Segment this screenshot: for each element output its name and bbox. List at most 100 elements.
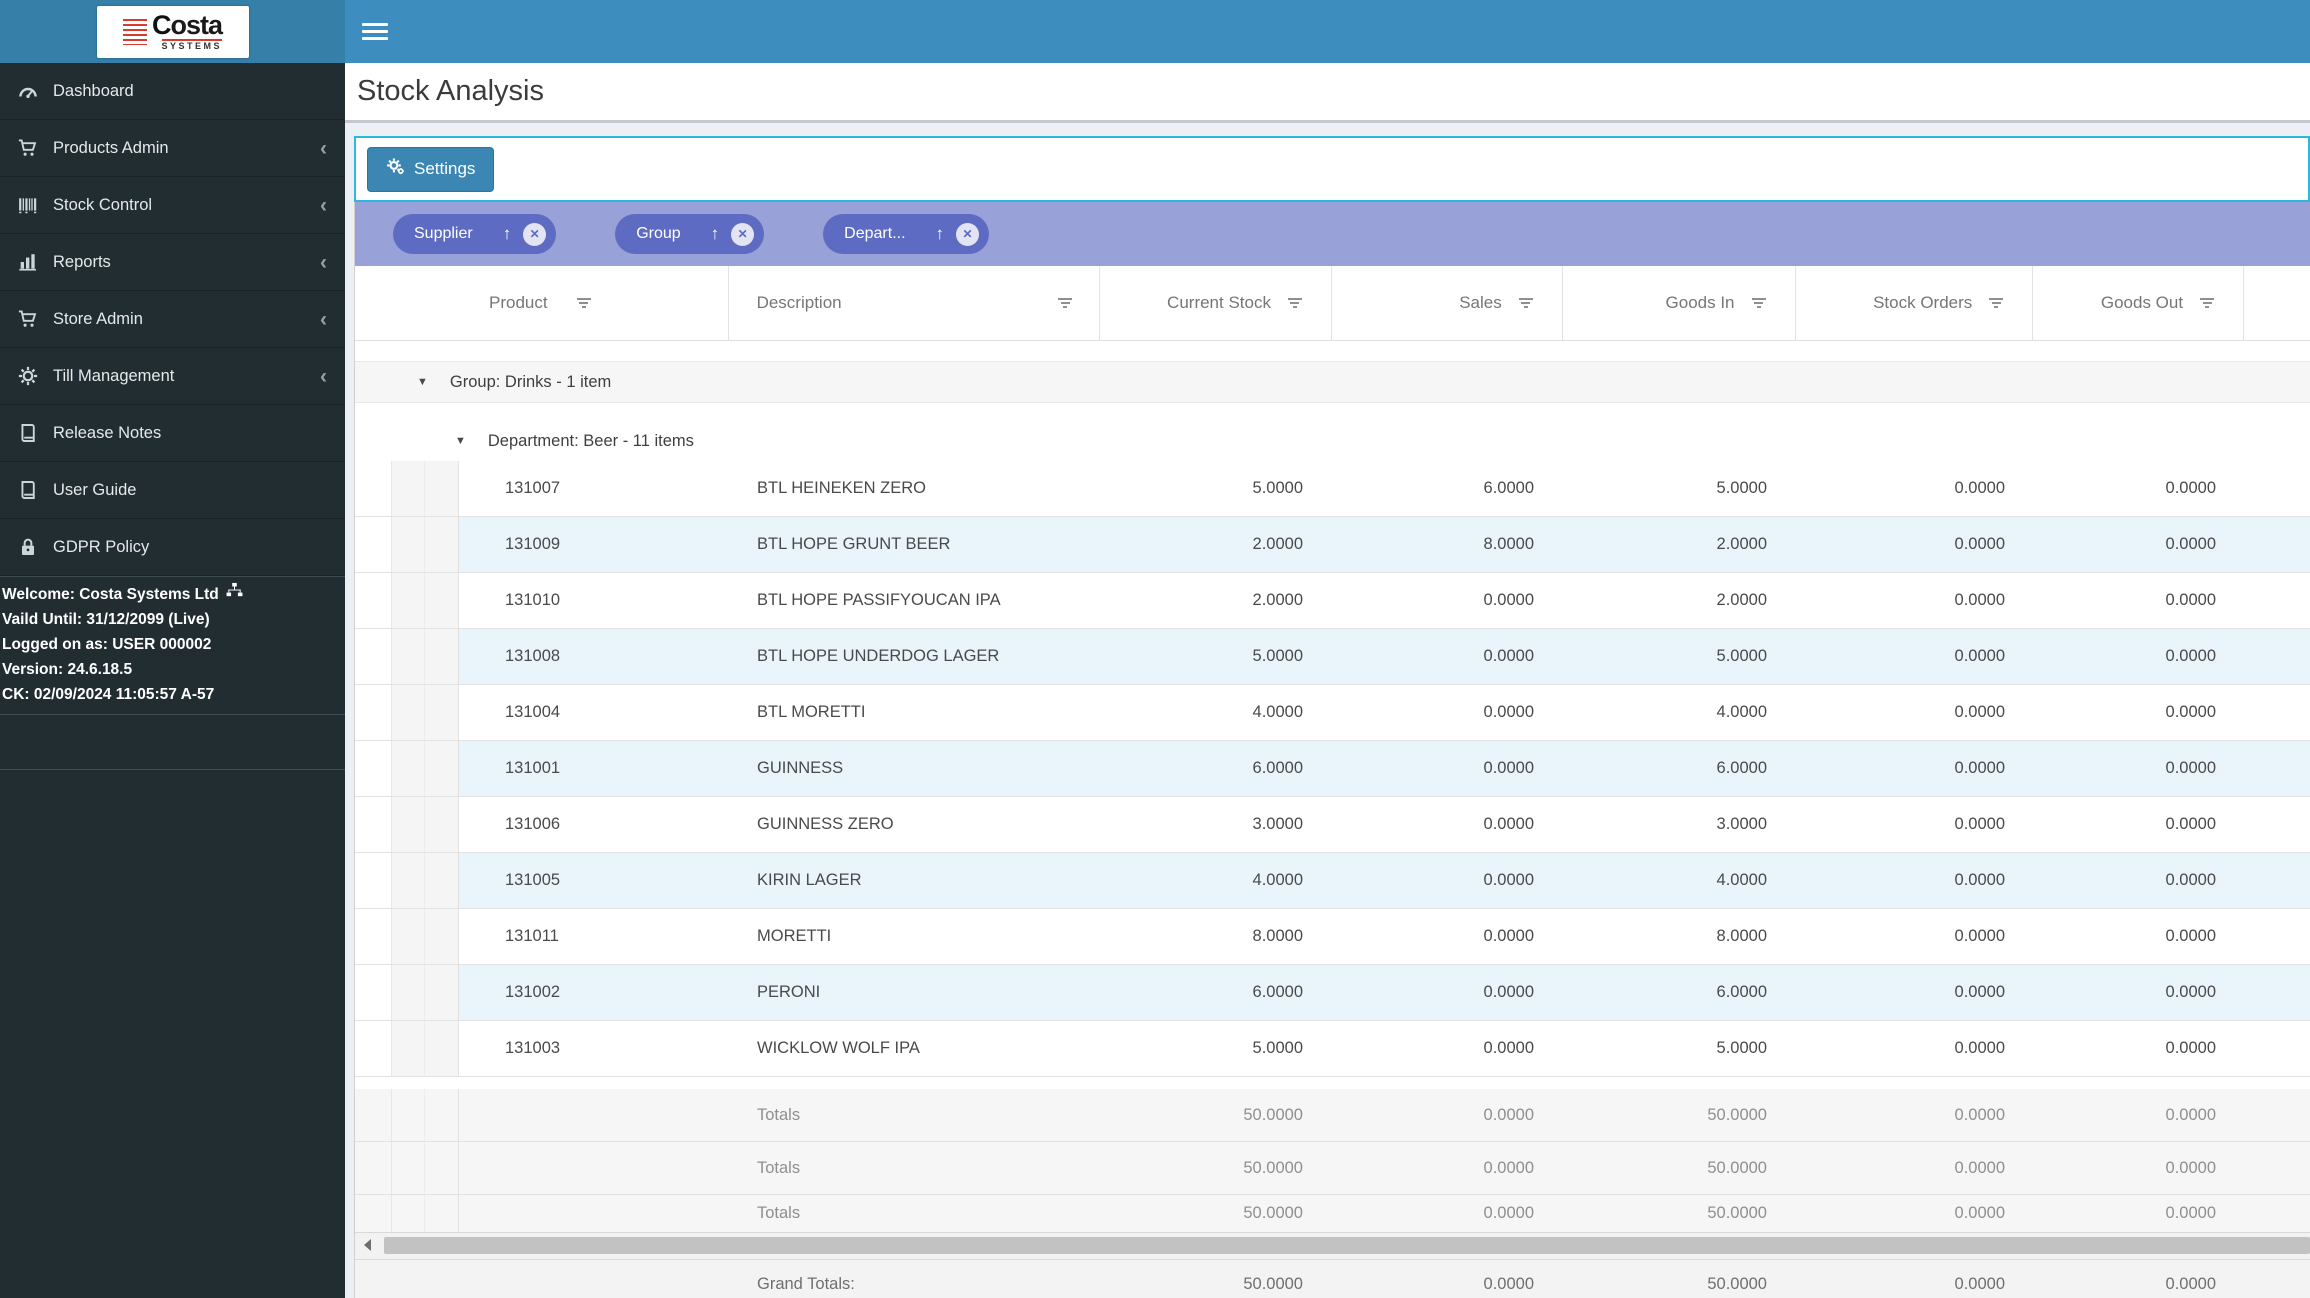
department-indent-cell (425, 1021, 459, 1076)
department-indent-cell (425, 741, 459, 796)
product-row-131006[interactable]: 131006GUINNESS ZERO3.00000.00003.00000.0… (355, 797, 2310, 853)
filter-icon[interactable] (1749, 295, 1769, 311)
sales-cell: 6.0000 (1333, 461, 1564, 516)
logo-sub-text: SYSTEMS (162, 39, 223, 51)
totals-goods-out-cell: 0.0000 (2035, 1089, 2246, 1141)
welcome-info-block: Welcome: Costa Systems LtdVaild Until: 3… (0, 576, 345, 715)
sidebar-item-release-notes[interactable]: Release Notes (0, 405, 345, 462)
description-cell: PERONI (729, 965, 1101, 1020)
sort-ascending-icon[interactable]: ↑ (711, 224, 720, 244)
remove-grouping-icon[interactable]: ✕ (956, 223, 979, 246)
product-code-cell: 131010 (459, 573, 729, 628)
welcome-line-text: Vaild Until: 31/12/2099 (Live) (2, 607, 210, 632)
product-row-131010[interactable]: 131010BTL HOPE PASSIFYOUCAN IPA2.00000.0… (355, 573, 2310, 629)
goods-in-cell: 6.0000 (1564, 965, 1797, 1020)
totals-row: Totals50.00000.000050.00000.00000.0000 (355, 1142, 2310, 1195)
product-row-131011[interactable]: 131011MORETTI8.00000.00008.00000.00000.0… (355, 909, 2310, 965)
product-row-131007[interactable]: 131007BTL HEINEKEN ZERO5.00006.00005.000… (355, 461, 2310, 517)
column-header-product[interactable]: Product (355, 266, 729, 340)
column-header-goods-out[interactable]: Goods Out (2033, 266, 2244, 340)
sidebar-item-gdpr-policy[interactable]: GDPR Policy (0, 519, 345, 576)
goods-in-cell: 4.0000 (1564, 685, 1797, 740)
groupby-chip-depart[interactable]: Depart...↑✕ (823, 214, 989, 254)
row-expand-gutter (355, 517, 392, 572)
sidebar-item-products-admin[interactable]: Products Admin‹ (0, 120, 345, 177)
column-header-current-stock[interactable]: Current Stock (1100, 266, 1332, 340)
collapse-group-icon[interactable]: ▼ (417, 376, 428, 388)
remove-grouping-icon[interactable]: ✕ (523, 223, 546, 246)
description-cell: BTL HOPE GRUNT BEER (729, 517, 1101, 572)
sidebar-item-till-management[interactable]: Till Management‹ (0, 348, 345, 405)
group-indent-cell (392, 965, 425, 1020)
sort-ascending-icon[interactable]: ↑ (503, 224, 512, 244)
group-indent-cell (392, 1089, 425, 1141)
goods-out-cell: 0.0000 (2035, 573, 2246, 628)
welcome-line: Welcome: Costa Systems Ltd (2, 582, 341, 607)
description-cell: GUINNESS ZERO (729, 797, 1101, 852)
product-row-131004[interactable]: 131004BTL MORETTI4.00000.00004.00000.000… (355, 685, 2310, 741)
sidebar-item-reports[interactable]: Reports‹ (0, 234, 345, 291)
row-expand-gutter (355, 741, 392, 796)
sidebar-item-user-guide[interactable]: User Guide (0, 462, 345, 519)
chevron-left-icon: ‹ (320, 195, 327, 216)
filter-icon[interactable] (1285, 295, 1305, 311)
group-indent-cell (392, 741, 425, 796)
goods-out-cell: 0.0000 (2035, 741, 2246, 796)
remove-grouping-icon[interactable]: ✕ (731, 223, 754, 246)
main-content: Stock Analysis Settings Supplier↑✕Group↑… (345, 63, 2310, 1298)
collapse-department-icon[interactable]: ▼ (455, 435, 466, 447)
goods-in-cell: 5.0000 (1564, 1021, 1797, 1076)
brand-logo[interactable]: Costa SYSTEMS (0, 0, 345, 63)
column-header-description[interactable]: Description (729, 266, 1101, 340)
sales-cell: 0.0000 (1333, 685, 1564, 740)
sidebar-item-label: Stock Control (53, 196, 152, 215)
sidebar-item-stock-control[interactable]: Stock Control ‹ (0, 177, 345, 234)
totals-current-stock-cell: 50.0000 (1101, 1195, 1333, 1232)
settings-button[interactable]: Settings (367, 147, 494, 192)
group-header-row[interactable]: ▼ Group: Drinks - 1 item (355, 361, 2310, 403)
row-expand-gutter (355, 1142, 392, 1194)
groupby-chip-group[interactable]: Group↑✕ (615, 214, 764, 254)
filter-icon[interactable] (1516, 295, 1536, 311)
sidebar-item-label: GDPR Policy (53, 538, 149, 557)
row-expand-gutter (355, 853, 392, 908)
product-row-131001[interactable]: 131001GUINNESS6.00000.00006.00000.00000.… (355, 741, 2310, 797)
costa-systems-logo: Costa SYSTEMS (97, 6, 249, 58)
column-header-sales[interactable]: Sales (1332, 266, 1563, 340)
product-row-131008[interactable]: 131008BTL HOPE UNDERDOG LAGER5.00000.000… (355, 629, 2310, 685)
filter-icon[interactable] (1055, 295, 1075, 311)
goods-out-cell: 0.0000 (2035, 685, 2246, 740)
stock-orders-cell: 0.0000 (1797, 1021, 2035, 1076)
sales-cell: 0.0000 (1333, 573, 1564, 628)
horizontal-scrollbar-thumb[interactable] (384, 1237, 2310, 1254)
product-row-131002[interactable]: 131002PERONI6.00000.00006.00000.00000.00… (355, 965, 2310, 1021)
stock-analysis-grid: Supplier↑✕Group↑✕Depart...↑✕ ProductDesc… (354, 202, 2310, 1298)
totals-sales-cell: 0.0000 (1333, 1195, 1564, 1232)
groupby-chip-supplier[interactable]: Supplier↑✕ (393, 214, 556, 254)
product-row-131009[interactable]: 131009BTL HOPE GRUNT BEER2.00008.00002.0… (355, 517, 2310, 573)
sitemap-icon (226, 582, 243, 607)
horizontal-scrollbar (355, 1232, 2310, 1260)
filter-icon[interactable] (574, 295, 594, 311)
department-header-row[interactable]: ▼ Department: Beer - 11 items (355, 421, 694, 461)
sidebar-item-store-admin[interactable]: Store Admin‹ (0, 291, 345, 348)
sidebar-item-dashboard[interactable]: Dashboard (0, 63, 345, 120)
group-by-bar: Supplier↑✕Group↑✕Depart...↑✕ (355, 202, 2310, 266)
column-header-label: Product (489, 293, 548, 313)
sidebar-toggle-hamburger-icon[interactable] (362, 23, 388, 40)
book-icon (16, 480, 40, 500)
department-header-area: ▼ Department: Beer - 11 items (355, 403, 2310, 461)
product-row-131003[interactable]: 131003WICKLOW WOLF IPA5.00000.00005.0000… (355, 1021, 2310, 1077)
sort-ascending-icon[interactable]: ↑ (936, 224, 945, 244)
goods-out-cell: 0.0000 (2035, 629, 2246, 684)
filter-icon[interactable] (1986, 295, 2006, 311)
welcome-line: Version: 24.6.18.5 (2, 657, 341, 682)
column-header-goods-in[interactable]: Goods In (1563, 266, 1796, 340)
product-row-131005[interactable]: 131005KIRIN LAGER4.00000.00004.00000.000… (355, 853, 2310, 909)
filter-icon[interactable] (2197, 295, 2217, 311)
scroll-left-arrow-icon[interactable] (355, 1233, 379, 1257)
welcome-line: Logged on as: USER 000002 (2, 632, 341, 657)
goods-in-cell: 8.0000 (1564, 909, 1797, 964)
column-header-stock-orders[interactable]: Stock Orders (1796, 266, 2034, 340)
current-stock-cell: 8.0000 (1101, 909, 1333, 964)
